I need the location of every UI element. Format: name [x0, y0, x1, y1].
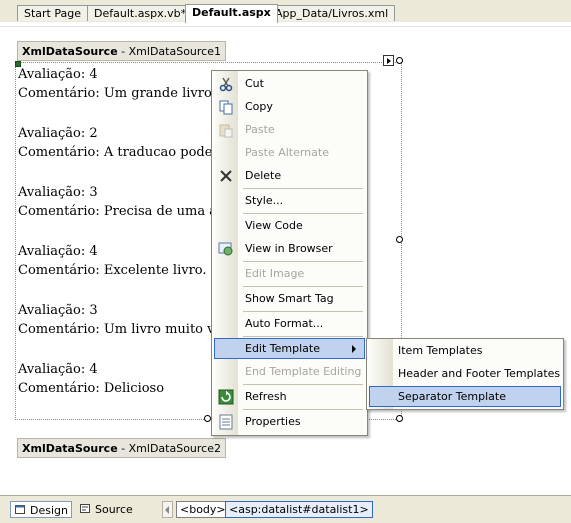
- menu-item-refresh[interactable]: Refresh: [214, 386, 365, 407]
- design-view-icon: [15, 505, 25, 514]
- source-view-icon: [80, 504, 90, 513]
- menu-item-cut[interactable]: Cut: [214, 73, 365, 94]
- menu-item-view-code[interactable]: View Code: [214, 215, 365, 236]
- menu-item-paste[interactable]: Paste: [214, 119, 365, 140]
- source-view-button[interactable]: Source: [76, 501, 133, 518]
- menu-separator: [243, 311, 363, 312]
- datasource2-name: - XmlDataSource2: [117, 442, 221, 455]
- edit-template-label: Edit Template: [245, 342, 320, 355]
- menu-separator: [243, 384, 363, 385]
- item-comment: Comentário: Um grande livro.: [18, 86, 215, 101]
- menu-separator: [243, 286, 363, 287]
- tab-default-aspx[interactable]: Default.aspx: [185, 4, 278, 23]
- design-view-button[interactable]: Design: [10, 501, 72, 518]
- smart-tag-icon[interactable]: [383, 55, 394, 66]
- item-rating: Avaliação: 3: [18, 303, 98, 318]
- menu-item-copy[interactable]: Copy: [214, 96, 365, 117]
- menu-separator: [243, 188, 363, 189]
- datasource2-type: XmlDataSource: [22, 442, 118, 455]
- breadcrumb-body[interactable]: <body>: [176, 501, 230, 518]
- resize-handle-bottom-right[interactable]: [396, 415, 403, 422]
- menu-separator: [243, 409, 363, 410]
- submenu-item-separator-template[interactable]: Separator Template: [369, 386, 561, 407]
- item-comment: Comentário: Um livro muito valio: [18, 322, 215, 337]
- xmldatasource2-tag[interactable]: XmlDataSource - XmlDataSource2: [17, 438, 226, 458]
- menu-item-show-smart-tag[interactable]: Show Smart Tag: [214, 288, 365, 309]
- item-comment: Comentário: Delicioso: [18, 381, 165, 396]
- submenu-item-header-footer-templates[interactable]: Header and Footer Templates: [369, 363, 561, 384]
- resize-handle-right[interactable]: [396, 236, 403, 243]
- item-rating: Avaliação: 2: [18, 126, 98, 141]
- menu-item-edit-template[interactable]: Edit Template: [214, 338, 365, 359]
- context-menu: Cut Copy Paste Paste Alternate Delete St…: [211, 70, 368, 436]
- menu-item-auto-format[interactable]: Auto Format...: [214, 313, 365, 334]
- resize-handle-top-right[interactable]: [396, 57, 403, 64]
- menu-item-delete[interactable]: Delete: [214, 165, 365, 186]
- item-rating: Avaliação: 4: [18, 244, 98, 259]
- menu-item-view-in-browser[interactable]: View in Browser: [214, 238, 365, 259]
- edit-template-submenu: Item Templates Header and Footer Templat…: [366, 338, 564, 410]
- menu-item-properties[interactable]: Properties: [214, 411, 365, 432]
- item-rating: Avaliação: 4: [18, 362, 98, 377]
- submenu-arrow-icon: [352, 345, 356, 353]
- menu-item-end-template-editing[interactable]: End Template Editing: [214, 361, 365, 382]
- item-rating: Avaliação: 3: [18, 185, 98, 200]
- menu-separator: [243, 336, 363, 337]
- menu-separator: [243, 261, 363, 262]
- item-comment: Comentário: Precisa de uma atua: [18, 204, 215, 219]
- menu-item-style[interactable]: Style...: [214, 190, 365, 211]
- breadcrumb-scroll-left-icon[interactable]: [162, 501, 173, 518]
- submenu-item-item-templates[interactable]: Item Templates: [369, 340, 561, 361]
- menu-item-edit-image[interactable]: Edit Image: [214, 263, 365, 284]
- design-label: Design: [30, 504, 68, 517]
- menu-separator: [243, 213, 363, 214]
- breadcrumb-datalist[interactable]: <asp:datalist#datalist1>: [225, 501, 373, 518]
- designer-bottom-bar: Design Source <body> <asp:datalist#datal…: [0, 495, 571, 523]
- item-comment: Comentário: Excelente livro.: [18, 263, 207, 278]
- item-rating: Avaliação: 4: [18, 67, 98, 82]
- item-comment: Comentário: A traducao poderia: [18, 145, 215, 160]
- menu-item-paste-alternate[interactable]: Paste Alternate: [214, 142, 365, 163]
- tab-app-data-livros-xml[interactable]: App_Data/Livros.xml: [268, 5, 396, 21]
- source-label: Source: [95, 503, 133, 516]
